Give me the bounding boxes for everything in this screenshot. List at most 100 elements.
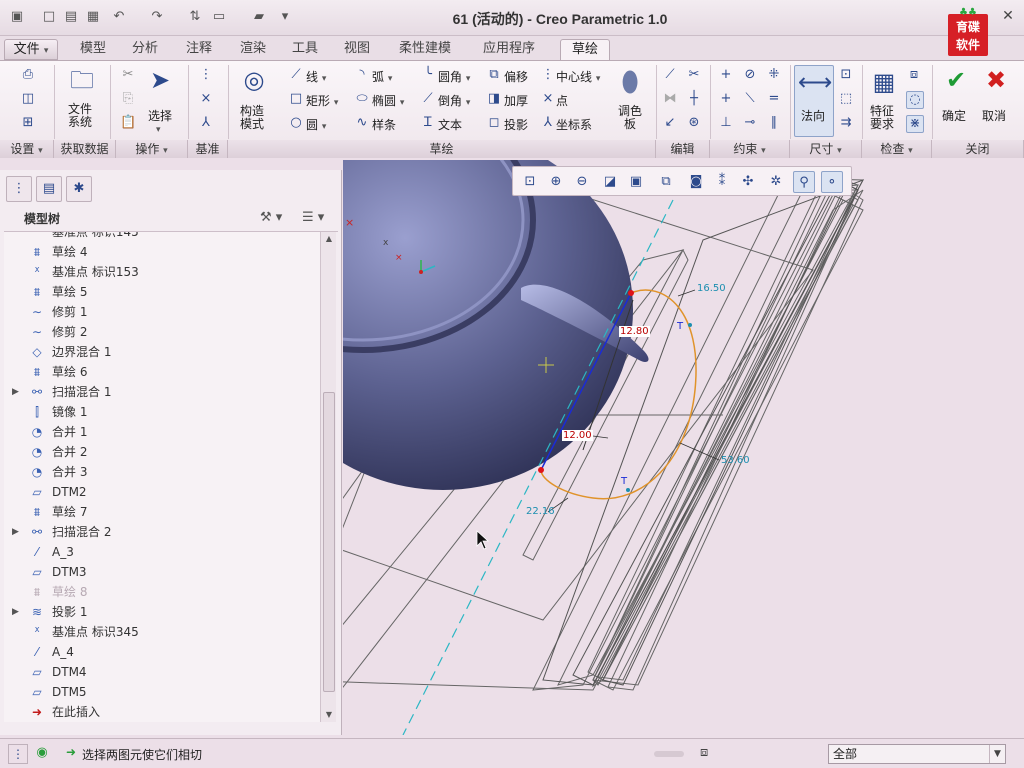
dimension-16-50[interactable]: 16.50 [697, 283, 726, 294]
confirm-button[interactable]: 确定 [942, 107, 966, 124]
reference-icon[interactable]: ◫ [20, 91, 36, 107]
project-tool[interactable]: 投影 [504, 116, 528, 133]
folder-browser-tab-icon[interactable]: ▤ [36, 176, 62, 202]
tree-item[interactable]: ∼ 修剪 1 [4, 302, 320, 322]
midpoint-constraint-icon[interactable]: ⟍ [742, 91, 758, 107]
repaint-icon[interactable]: ◪ [599, 171, 621, 193]
tab-view[interactable]: 视图 [332, 39, 382, 60]
expand-arrow-icon[interactable]: ▶ [12, 602, 19, 622]
thicken-tool[interactable]: 加厚 [504, 92, 528, 109]
arc-tool[interactable]: 弧 ▾ [372, 68, 392, 85]
group-operations[interactable]: 操作 ▾ [116, 140, 188, 158]
tab-file[interactable]: 文件 ▾ [4, 39, 58, 60]
text-icon[interactable]: Ꮖ [420, 115, 436, 131]
cancel-button[interactable]: 取消 [982, 107, 1006, 124]
coincident-constraint-icon[interactable]: ⊸ [742, 115, 758, 131]
refit-icon[interactable]: ⊡ [519, 171, 541, 193]
group-constraints[interactable]: 约束 ▾ [710, 140, 790, 158]
csys-tool[interactable]: 坐标系 [556, 116, 592, 133]
datum-csys-icon[interactable]: ⅄ [198, 115, 214, 131]
feature-requirements-icon[interactable]: ▦ [868, 67, 900, 97]
file-system-icon[interactable]: 🗀 [66, 65, 98, 95]
model-tree-tab-icon[interactable]: ⋮ [6, 176, 32, 202]
reference-dimension-icon[interactable]: ⬚ [838, 91, 854, 107]
palette-label[interactable]: 调色 板 [618, 105, 642, 131]
circle-tool[interactable]: 圆 ▾ [306, 116, 326, 133]
tree-item[interactable]: ◔ 合并 2 [4, 442, 320, 462]
tree-item[interactable]: ▱ DTM5 [4, 682, 320, 702]
centerline-tool[interactable]: 中心线 ▾ [556, 68, 600, 85]
open-file-icon[interactable]: ▤ [62, 8, 80, 26]
tab-tools[interactable]: 工具 [280, 39, 330, 60]
model-tree-toggle-icon[interactable]: ⋮ [8, 744, 28, 764]
customize-toolbar-icon[interactable]: ▾ [276, 8, 294, 26]
sketch-setup-icon[interactable]: ⎙ [20, 67, 36, 83]
divide-icon[interactable]: ┼ [686, 91, 702, 107]
favorites-tab-icon[interactable]: ✱ [66, 176, 92, 202]
perpendicular-constraint-icon[interactable]: ⊥ [718, 115, 734, 131]
tree-item[interactable]: ⁄ A_4 [4, 642, 320, 662]
tree-item[interactable]: ⩩ 草绘 8 [4, 582, 320, 602]
spline-tool[interactable]: 样条 [372, 116, 396, 133]
chamfer-icon[interactable]: ⟋ [420, 91, 436, 107]
saved-orientations-icon[interactable]: ⧉ [655, 171, 677, 193]
undo-icon[interactable]: ↶ [110, 8, 128, 26]
ellipse-icon[interactable]: ⬭ [354, 91, 370, 107]
regenerate-icon[interactable]: ⇅ [186, 8, 204, 26]
zoom-out-icon[interactable]: ⊖ [571, 171, 593, 193]
symmetric-constraint-icon[interactable]: ⁜ [766, 67, 782, 83]
fillet-tool[interactable]: 圆角 ▾ [438, 68, 470, 85]
tree-item[interactable]: ▱ DTM2 [4, 482, 320, 502]
scroll-down-icon[interactable]: ▼ [321, 708, 337, 722]
model-view[interactable]: x × × [343, 160, 1024, 735]
construction-mode-label[interactable]: 构造 模式 [240, 105, 264, 131]
datum-centerline-icon[interactable]: ⋮ [198, 67, 214, 83]
equal-constraint-icon[interactable]: = [766, 91, 782, 107]
project-icon[interactable]: ◻ [486, 115, 502, 131]
tree-item[interactable]: ▶ ⚯ 扫描混合 2 [4, 522, 320, 542]
find-icon[interactable]: ⧈ [700, 745, 708, 760]
construction-mode-icon[interactable]: ◎ [238, 65, 270, 95]
tangent-constraint-icon[interactable]: ⊘ [742, 67, 758, 83]
modify-icon[interactable]: ⟋ [662, 67, 678, 83]
tree-item[interactable]: ▱ DTM4 [4, 662, 320, 682]
spline-icon[interactable]: ∿ [354, 115, 370, 131]
rectangle-icon[interactable]: □ [288, 91, 304, 107]
normal-dimension-icon[interactable]: ⟷ [798, 67, 832, 97]
tree-item[interactable]: ⩩ 草绘 7 [4, 502, 320, 522]
tree-item[interactable]: ◇ 边界混合 1 [4, 342, 320, 362]
cancel-icon[interactable]: ✖ [980, 65, 1012, 95]
tab-model[interactable]: 模型 [68, 39, 118, 60]
tree-item[interactable]: ⫿ 镜像 1 [4, 402, 320, 422]
tree-settings-icon[interactable]: ⚒ ▾ [260, 210, 282, 225]
mirror-icon[interactable]: ⧓ [662, 91, 678, 107]
group-inspect[interactable]: 检查 ▾ [862, 140, 932, 158]
tree-item[interactable]: ▶ ≋ 投影 1 [4, 602, 320, 622]
paste-icon[interactable]: 📋 [120, 115, 136, 131]
redo-icon[interactable]: ↷ [148, 8, 166, 26]
corner-icon[interactable]: ↙ [662, 115, 678, 131]
close-window-icon[interactable]: ▰ [250, 8, 268, 26]
tab-flexible-modeling[interactable]: 柔性建模 [390, 39, 460, 60]
chamfer-tool[interactable]: 倒角 ▾ [438, 92, 470, 109]
expand-arrow-icon[interactable]: ▶ [12, 522, 19, 542]
dimension-12-80[interactable]: 12.80 [619, 326, 650, 337]
dimension-53-60[interactable]: 53.60 [721, 455, 750, 466]
baseline-icon[interactable]: ⇉ [838, 115, 854, 131]
vertical-constraint-icon[interactable]: + [718, 67, 734, 83]
tree-item[interactable]: ᕁ 基准点 标识345 [4, 622, 320, 642]
tab-applications[interactable]: 应用程序 [472, 39, 546, 60]
tab-render[interactable]: 渲染 [228, 39, 278, 60]
datum-display-icon[interactable]: ⁑ [711, 171, 733, 193]
zoom-in-icon[interactable]: ⊕ [545, 171, 567, 193]
tree-item[interactable]: ⁄ A_3 [4, 542, 320, 562]
scroll-up-icon[interactable]: ▲ [321, 232, 337, 246]
tree-item[interactable]: ⩩ 草绘 4 [4, 242, 320, 262]
spin-center-icon[interactable]: ✲ [765, 171, 787, 193]
dimension-12-00[interactable]: 12.00 [562, 430, 593, 441]
sketch-view-toggle-icon[interactable]: ⚲ [793, 171, 815, 193]
new-file-icon[interactable]: □ [40, 8, 58, 26]
centerline-icon[interactable]: ⋮ [540, 67, 556, 83]
tab-annotate[interactable]: 注释 [174, 39, 224, 60]
tree-item[interactable]: ᕁ 基准点 标识153 [4, 262, 320, 282]
